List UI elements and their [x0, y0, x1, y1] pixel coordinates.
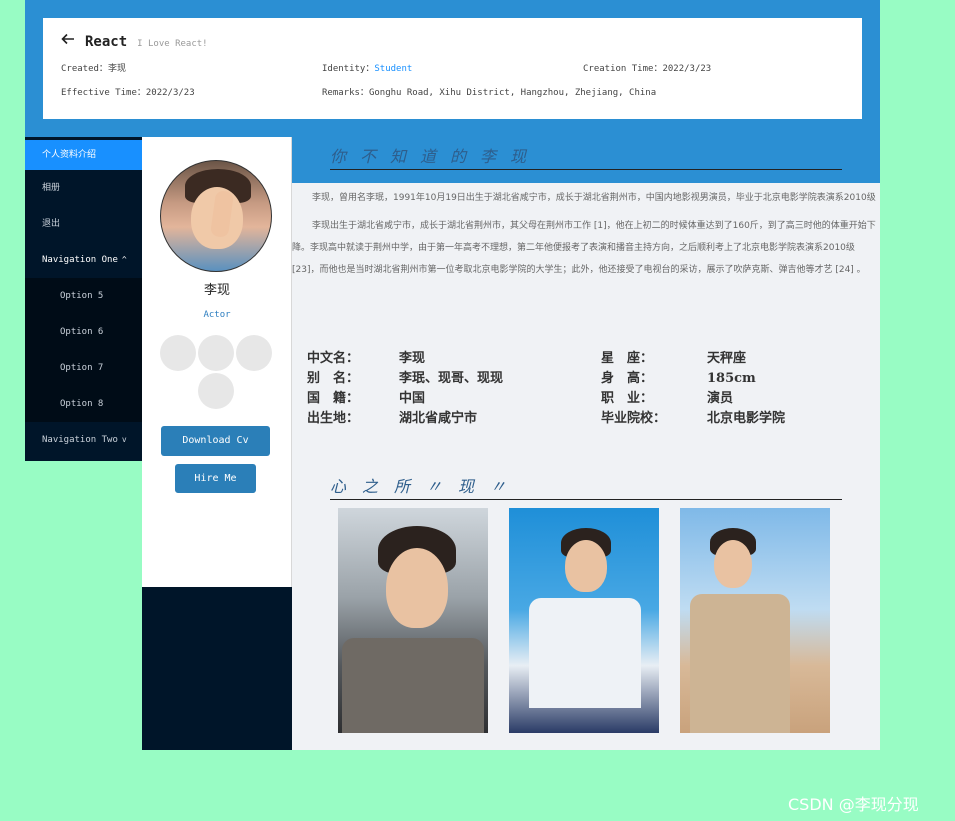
menu-item-option-6[interactable]: Option 6 [25, 314, 142, 350]
page-subtitle: I Love React! [137, 39, 208, 49]
effective-time-field: Effective Time：2022/3/23 [61, 88, 195, 98]
menu-item-logout[interactable]: 退出 [25, 206, 142, 242]
chevron-up-icon: ^ [121, 255, 127, 264]
social-icon-1[interactable] [160, 335, 196, 371]
photo-gallery [338, 508, 851, 733]
section-title-gallery: 心之所〃现〃 [330, 473, 842, 500]
watermark: CSDN @李现分现 [788, 795, 919, 814]
page-header: React I Love React! Created：李现 Identity：… [43, 18, 862, 119]
side-menu: 个人资料介绍 相册 退出 Navigation One ^ Option 5 Op… [25, 137, 142, 461]
section-title-about: 你不知道的李现 [330, 143, 842, 170]
submenu-options: Option 5 Option 6 Option 7 Option 8 [25, 278, 142, 422]
creation-time-field: Creation Time：2022/3/23 [583, 64, 712, 74]
profile-name: 李现 [203, 283, 230, 298]
created-field: Created：李现 [61, 64, 126, 74]
gallery-photo-2[interactable] [509, 508, 659, 733]
profile-footer [142, 587, 292, 750]
profile-role: Actor [203, 310, 231, 320]
biography: 李现，曾用名李珉，1991年10月19日出生于湖北省咸宁市，成长于湖北省荆州市，… [292, 187, 880, 287]
gallery-photo-1[interactable] [338, 508, 488, 733]
fact-row: 出生地： 湖北省咸宁市 毕业院校： 北京电影学院 [307, 411, 786, 426]
social-icon-3[interactable] [236, 335, 272, 371]
identity-field: Identity：Student [322, 64, 413, 74]
menu-item-profile[interactable]: 个人资料介绍 [25, 140, 142, 170]
bio-paragraph-1: 李现，曾用名李珉，1991年10月19日出生于湖北省咸宁市，成长于湖北省荆州市，… [312, 193, 876, 203]
download-cv-button[interactable]: Download Cv [161, 426, 270, 456]
menu-item-option-8[interactable]: Option 8 [25, 386, 142, 422]
hire-me-button[interactable]: Hire Me [175, 464, 256, 493]
fact-row: 国 籍： 中国 职 业： 演员 [307, 391, 734, 406]
menu-item-option-7[interactable]: Option 7 [25, 350, 142, 386]
facts-table: 中文名： 李现 星 座： 天秤座 别 名： 李珉、现哥、现现 身 高： 185cm 国 … [307, 349, 867, 429]
fact-row: 中文名： 李现 星 座： 天秤座 [307, 351, 747, 366]
social-icon-2[interactable] [198, 335, 234, 371]
page-title: React [85, 34, 128, 50]
bio-paragraph-2: 李现出生于湖北省咸宁市，成长于湖北省荆州市，其父母在荆州市工作 [1]，他在上初… [292, 221, 876, 275]
gallery-photo-3[interactable] [680, 508, 830, 733]
fact-row: 别 名： 李珉、现哥、现现 身 高： 185cm [307, 371, 756, 386]
submenu-navigation-two[interactable]: Navigation Two v [25, 422, 142, 458]
submenu-navigation-one[interactable]: Navigation One ^ [25, 242, 142, 278]
profile-card: 李现 Actor Download Cv Hire Me [142, 137, 292, 587]
menu-item-option-5[interactable]: Option 5 [25, 278, 142, 314]
chevron-down-icon: v [121, 435, 127, 444]
main-content: 你不知道的李现 李现，曾用名李珉，1991年10月19日出生于湖北省咸宁市，成长… [292, 137, 880, 750]
remarks-field: Remarks：Gonghu Road, Xihu District, Hang… [322, 88, 657, 98]
avatar [160, 160, 272, 272]
arrow-left-icon[interactable] [61, 32, 75, 46]
menu-item-album[interactable]: 相册 [25, 170, 142, 206]
social-icon-4[interactable] [198, 373, 234, 409]
